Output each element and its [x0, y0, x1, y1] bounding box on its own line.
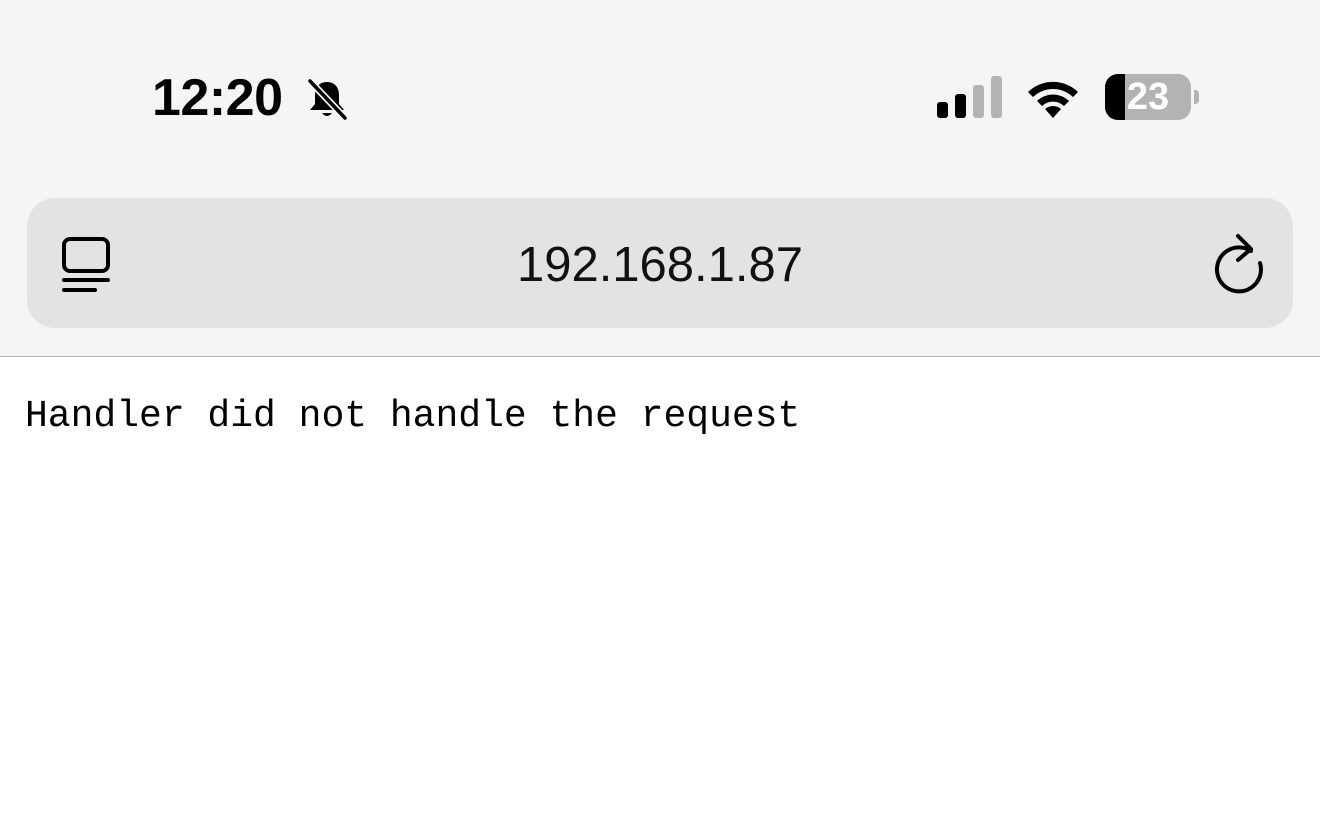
status-bar: 12:20 23 [0, 0, 1320, 190]
browser-chrome: 12:20 23 192.168.1.87 [0, 0, 1320, 357]
battery-body: 23 [1105, 74, 1191, 120]
reload-icon[interactable] [1211, 230, 1267, 296]
bell-slash-icon [306, 77, 349, 122]
address-bar[interactable]: 192.168.1.87 [27, 198, 1293, 328]
battery-icon: 23 [1105, 74, 1199, 120]
error-message: Handler did not handle the request [25, 395, 801, 438]
cellular-signal-icon [937, 76, 1002, 118]
page-content: Handler did not handle the request [0, 357, 1320, 824]
battery-percent: 23 [1126, 76, 1170, 118]
status-time: 12:20 [152, 69, 283, 127]
tab-overview-icon[interactable] [59, 234, 115, 296]
battery-tip [1194, 90, 1199, 104]
url-field[interactable]: 192.168.1.87 [227, 198, 1093, 328]
wifi-icon [1028, 81, 1078, 118]
